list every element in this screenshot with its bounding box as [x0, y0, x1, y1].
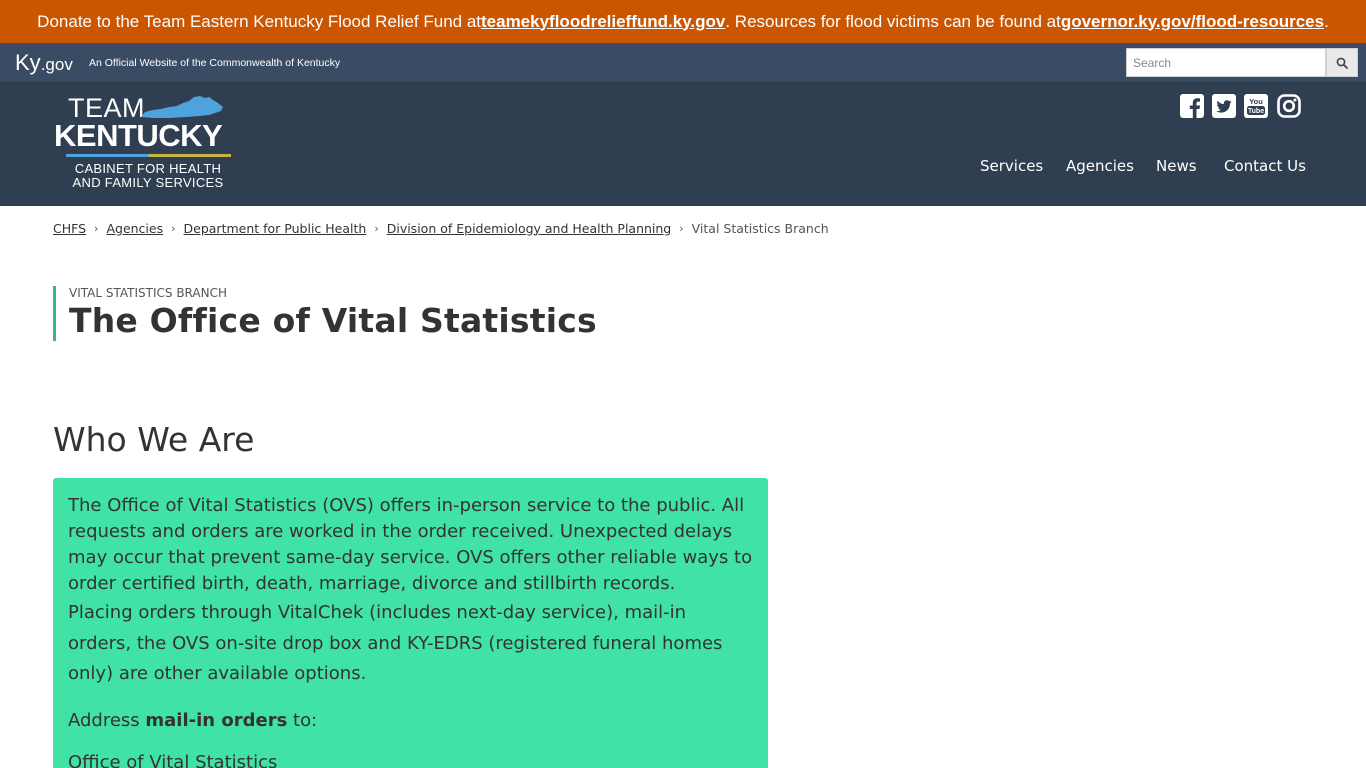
kygov-tagline: An Official Website of the Commonwealth …	[89, 57, 341, 69]
kygov-logo[interactable]: Ky.gov	[15, 50, 73, 76]
flood-relief-fund-link[interactable]: teamekyfloodrelieffund.ky.gov	[481, 12, 725, 32]
team-kentucky-chfs-logo[interactable]: TEAM KENTUCKY CABINET FOR HEALTH AND FAM…	[53, 93, 248, 191]
alert-text-3: .	[1324, 11, 1329, 31]
svg-text:You: You	[1249, 97, 1263, 106]
info-paragraph-2: Placing orders through VitalChek (includ…	[68, 602, 723, 684]
page-eyebrow: Vital Statistics Branch	[69, 286, 227, 300]
info-p3-after: to:	[287, 709, 318, 731]
chevron-right-icon: ›	[679, 221, 684, 235]
chevron-right-icon: ›	[171, 221, 176, 235]
info-box: The Office of Vital Statistics (OVS) off…	[53, 478, 768, 768]
kygov-logo-ky: Ky	[15, 50, 41, 75]
chevron-right-icon: ›	[94, 221, 99, 235]
svg-text:Tube: Tube	[1248, 108, 1264, 115]
info-paragraph-3: Address mail-in orders to:	[68, 708, 753, 734]
facebook-link[interactable]	[1180, 94, 1204, 118]
breadcrumb-chfs[interactable]: CHFS	[53, 221, 86, 236]
facebook-icon	[1180, 94, 1204, 118]
chevron-right-icon: ›	[374, 221, 379, 235]
breadcrumb-public-health[interactable]: Department for Public Health	[184, 221, 367, 236]
kentucky-state-icon	[141, 96, 223, 118]
youtube-icon: You Tube	[1244, 94, 1268, 118]
breadcrumb-epidemiology[interactable]: Division of Epidemiology and Health Plan…	[387, 221, 672, 236]
info-p3-before: Address	[68, 709, 146, 731]
page-heading: Vital Statistics Branch The Office of Vi…	[53, 286, 653, 341]
alert-text-1: Donate to the Team Eastern Kentucky Floo…	[37, 11, 481, 31]
nav-contact-us[interactable]: Contact Us	[1224, 157, 1306, 175]
info-p3-bold: mail-in orders	[145, 709, 288, 731]
twitter-icon	[1212, 94, 1236, 118]
info-paragraph-4: Office of Vital Statistics	[68, 751, 278, 768]
logo-stripe	[66, 154, 231, 157]
site-header: TEAM KENTUCKY CABINET FOR HEALTH AND FAM…	[0, 83, 1366, 206]
search-input[interactable]	[1126, 48, 1326, 77]
search-button[interactable]	[1326, 48, 1358, 77]
breadcrumb-agencies[interactable]: Agencies	[106, 221, 163, 236]
logo-cabinet-line-1: CABINET FOR HEALTH	[74, 161, 222, 176]
instagram-icon	[1277, 94, 1301, 118]
nav-news[interactable]: News	[1156, 157, 1197, 175]
info-paragraph-1: The Office of Vital Statistics (OVS) off…	[68, 495, 753, 594]
twitter-link[interactable]	[1212, 94, 1236, 118]
logo-cabinet-text: CABINET FOR HEALTH AND FAMILY SERVICES	[59, 162, 237, 190]
logo-cabinet-line-2: AND FAMILY SERVICES	[72, 175, 224, 190]
alert-banner: Donate to the Team Eastern Kentucky Floo…	[0, 0, 1366, 43]
logo-kentucky-text: KENTUCKY	[54, 118, 223, 153]
youtube-link[interactable]: You Tube	[1244, 94, 1268, 118]
nav-services[interactable]: Services	[980, 157, 1043, 175]
section-title-who-we-are: Who We Are	[53, 420, 255, 459]
page-title: The Office of Vital Statistics	[69, 301, 597, 340]
nav-agencies[interactable]: Agencies	[1066, 157, 1134, 175]
instagram-link[interactable]	[1277, 94, 1301, 118]
kygov-bar: Ky.gov An Official Website of the Common…	[0, 43, 1366, 83]
flood-resources-link[interactable]: governor.ky.gov/flood-resources	[1061, 12, 1324, 32]
breadcrumb-current: Vital Statistics Branch	[691, 220, 829, 236]
search-icon	[1336, 57, 1348, 69]
breadcrumb: CHFS › Agencies › Department for Public …	[53, 220, 829, 236]
kygov-logo-gov: .gov	[40, 55, 73, 74]
alert-text-2: . Resources for flood victims can be fou…	[725, 11, 1061, 31]
